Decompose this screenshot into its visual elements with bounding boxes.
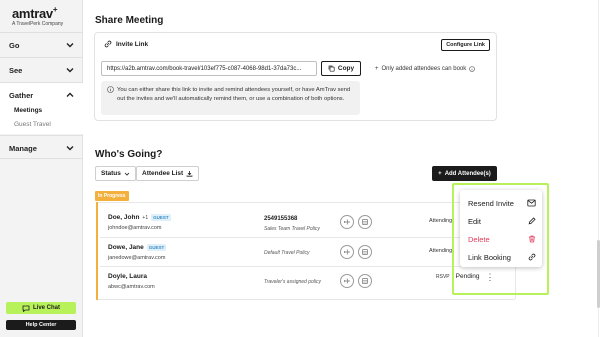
info-circle-icon[interactable]: [469, 66, 476, 72]
attendee-status: Attending: [429, 218, 453, 224]
invite-link-card: Invite Link Configure Link https://a2b.a…: [94, 32, 497, 121]
in-progress-badge: In Progress: [95, 191, 129, 201]
whos-going-title: Who's Going?: [95, 149, 163, 160]
copy-label: Copy: [337, 65, 355, 72]
sidebar: amtrav+ A TravelPerk Company Go See Gath…: [0, 0, 83, 337]
sidebar-item-label: Go: [9, 41, 20, 50]
pencil-icon: [528, 217, 536, 225]
sidebar-item-go[interactable]: Go: [0, 32, 83, 56]
sidebar-subitem-meetings[interactable]: Meetings: [14, 107, 42, 114]
menu-item-edit[interactable]: Edit: [468, 214, 536, 228]
chevron-down-icon: [124, 172, 130, 176]
attendee-email: janedowe@amtrav.com: [108, 255, 166, 261]
menu-item-link-booking[interactable]: Link Booking: [468, 250, 536, 264]
only-added-label: Only added attendees can book: [381, 66, 467, 72]
chevron-down-icon: [66, 43, 74, 48]
attendee-list-label: Attendee List: [142, 170, 184, 177]
configure-link-button[interactable]: Configure Link: [441, 39, 490, 51]
flight-icon[interactable]: [340, 274, 354, 288]
attendee-email: johndoe@amtrav.com: [108, 225, 162, 231]
chat-bubble-icon: [22, 305, 30, 312]
table-row[interactable]: Doyle, Laura abwc@amtrav.com Traveler's …: [98, 267, 501, 296]
table-row[interactable]: Doe, John +1 GUEST johndoe@amtrav.com 25…: [98, 208, 501, 237]
plus-one-count: +1: [142, 214, 149, 221]
link-icon: [528, 253, 536, 261]
attendee-policy: Traveler's assigned policy: [264, 279, 321, 285]
row-actions-menu: Resend Invite Edit Delete Link Booking: [460, 190, 542, 267]
attendee-policy: Default Travel Policy: [264, 250, 310, 256]
plus-icon: +: [438, 170, 442, 177]
hotel-icon[interactable]: [358, 215, 372, 229]
trash-icon: [529, 235, 535, 243]
menu-item-label: Link Booking: [468, 252, 511, 262]
plus-icon: +: [375, 66, 379, 72]
mail-icon: [527, 199, 536, 207]
help-center-button[interactable]: Help Center: [6, 320, 76, 330]
attendee-phone: 2549155368: [264, 216, 298, 222]
copy-button[interactable]: Copy: [321, 61, 361, 76]
status-filter[interactable]: Status: [95, 166, 136, 181]
attendee-name: Doyle, Laura: [108, 273, 148, 280]
hotel-icon[interactable]: [358, 245, 372, 259]
sidebar-item-manage[interactable]: Manage: [0, 135, 83, 159]
hotel-icon[interactable]: [358, 274, 372, 288]
sidebar-subitem-guest-travel[interactable]: Guest Travel: [14, 121, 51, 128]
menu-item-label: Delete: [468, 234, 490, 244]
invite-url-field[interactable]: https://a2b.amtrav.com/book-travel/103ef…: [101, 61, 317, 76]
download-icon: [186, 171, 193, 177]
main-content: Share Meeting Invite Link Configure Link…: [84, 0, 600, 337]
add-attendees-button[interactable]: + Add Attendee(s): [432, 166, 497, 181]
info-icon: [107, 86, 114, 93]
menu-item-resend-invite[interactable]: Resend Invite: [468, 196, 536, 210]
attendee-status: Attending: [429, 248, 453, 254]
menu-item-label: Resend Invite: [468, 198, 514, 208]
table-row[interactable]: Dowe, Jane GUEST janedowe@amtrav.com Def…: [98, 238, 501, 267]
chevron-up-icon: [66, 92, 74, 97]
flight-icon[interactable]: [340, 215, 354, 229]
attendee-name: Doe, John: [108, 214, 140, 221]
attendee-list-button[interactable]: Attendee List: [136, 166, 200, 181]
sidebar-item-see[interactable]: See: [0, 57, 83, 81]
sidebar-item-label: Manage: [9, 144, 37, 153]
add-attendees-label: Add Attendee(s): [444, 170, 491, 177]
rsvp-label: RSVP: [436, 273, 450, 280]
guest-badge: GUEST: [146, 244, 167, 251]
chevron-down-icon: [66, 68, 74, 73]
chevron-down-icon: [66, 146, 74, 151]
menu-item-label: Edit: [468, 216, 481, 226]
attendee-email: abwc@amtrav.com: [108, 284, 155, 290]
only-added-note: + Only added attendees can book: [375, 66, 476, 72]
attendee-name: Dowe, Jane: [108, 244, 144, 251]
brand-name: amtrav: [12, 6, 53, 21]
sidebar-item-label: Gather: [9, 91, 34, 100]
invite-link-label: Invite Link: [116, 40, 149, 48]
help-center-label: Help Center: [25, 322, 57, 328]
copy-icon: [328, 65, 335, 72]
link-icon: [104, 40, 112, 48]
info-text: You can either share this link to invite…: [117, 87, 351, 102]
live-chat-button[interactable]: Live Chat: [6, 302, 76, 314]
brand-tagline: A TravelPerk Company: [12, 21, 64, 27]
brand-plus: +: [52, 5, 58, 14]
live-chat-label: Live Chat: [32, 305, 60, 311]
flight-icon[interactable]: [340, 245, 354, 259]
info-box: You can either share this link to invite…: [101, 81, 360, 115]
attendee-policy: Sales Team Travel Policy: [264, 226, 320, 232]
page-title: Share Meeting: [95, 15, 164, 26]
status-filter-label: Status: [101, 170, 121, 177]
sidebar-item-label: See: [9, 66, 23, 75]
menu-item-delete[interactable]: Delete: [468, 232, 536, 246]
guest-badge: GUEST: [151, 214, 171, 221]
logo[interactable]: amtrav+ A TravelPerk Company: [12, 5, 64, 27]
